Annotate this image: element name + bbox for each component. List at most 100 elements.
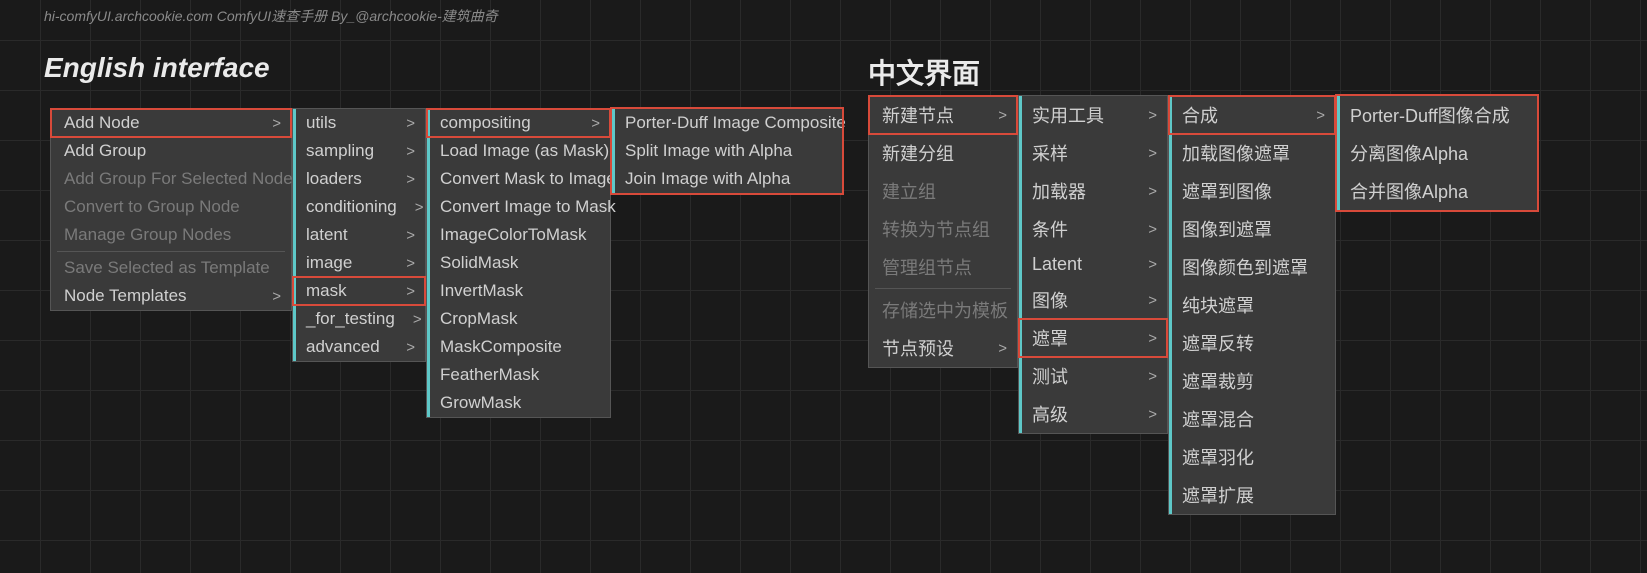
menu-item-label: utils xyxy=(306,113,336,133)
menu-item[interactable]: advanced> xyxy=(293,333,425,361)
context-menu-en-4[interactable]: Porter-Duff Image CompositeSplit Image w… xyxy=(611,108,843,194)
menu-item-label: 采样 xyxy=(1032,140,1068,166)
menu-item: Save Selected as Template xyxy=(51,254,291,282)
menu-item: 建立组 xyxy=(869,172,1017,210)
menu-item-label: Manage Group Nodes xyxy=(64,225,231,245)
menu-item[interactable]: loaders> xyxy=(293,165,425,193)
context-menu-en-2[interactable]: utils>sampling>loaders>conditioning>late… xyxy=(292,108,426,362)
menu-item-label: advanced xyxy=(306,337,380,357)
menu-item-label: MaskComposite xyxy=(440,337,562,357)
chevron-right-icon: > xyxy=(998,340,1007,357)
menu-item-label: 图像到遮罩 xyxy=(1182,216,1272,242)
menu-item-label: 条件 xyxy=(1032,216,1068,242)
menu-item-label: Porter-Duff Image Composite xyxy=(625,113,846,133)
menu-separator xyxy=(875,288,1011,289)
menu-item[interactable]: sampling> xyxy=(293,137,425,165)
menu-item[interactable]: 遮罩羽化 xyxy=(1169,438,1335,476)
menu-item[interactable]: 实用工具> xyxy=(1019,96,1167,134)
context-menu-cn-4[interactable]: Porter-Duff图像合成分离图像Alpha合并图像Alpha xyxy=(1336,95,1538,211)
context-menu-en-3[interactable]: compositing>Load Image (as Mask)Convert … xyxy=(426,108,611,418)
menu-item[interactable]: compositing> xyxy=(427,109,610,137)
menu-item[interactable]: Load Image (as Mask) xyxy=(427,137,610,165)
menu-item[interactable]: 测试> xyxy=(1019,357,1167,395)
menu-item-label: 遮罩裁剪 xyxy=(1182,368,1254,394)
menu-item[interactable]: image> xyxy=(293,249,425,277)
menu-item[interactable]: 图像颜色到遮罩 xyxy=(1169,248,1335,286)
menu-item: Manage Group Nodes xyxy=(51,221,291,249)
menu-item[interactable]: Add Node> xyxy=(51,109,291,137)
menu-item[interactable]: Node Templates > xyxy=(51,282,291,310)
menu-item[interactable]: conditioning> xyxy=(293,193,425,221)
menu-item[interactable]: 高级> xyxy=(1019,395,1167,433)
menu-item[interactable]: 加载器> xyxy=(1019,172,1167,210)
menu-item[interactable]: latent> xyxy=(293,221,425,249)
menu-item[interactable]: 纯块遮罩 xyxy=(1169,286,1335,324)
context-menu-cn-2[interactable]: 实用工具>采样>加载器>条件>Latent>图像>遮罩>测试>高级> xyxy=(1018,95,1168,434)
menu-item[interactable]: FeatherMask xyxy=(427,361,610,389)
section-title-english: English interface xyxy=(44,52,270,84)
menu-item-label: FeatherMask xyxy=(440,365,539,385)
menu-item-label: 图像 xyxy=(1032,287,1068,313)
menu-item-label: SolidMask xyxy=(440,253,518,273)
menu-item-label: Convert to Group Node xyxy=(64,197,240,217)
menu-item-label: Porter-Duff图像合成 xyxy=(1350,102,1510,128)
menu-item-label: 遮罩羽化 xyxy=(1182,444,1254,470)
menu-item[interactable]: 采样> xyxy=(1019,134,1167,172)
menu-item[interactable]: SolidMask xyxy=(427,249,610,277)
menu-item[interactable]: 遮罩混合 xyxy=(1169,400,1335,438)
menu-item[interactable]: 合成> xyxy=(1169,96,1335,134)
menu-item[interactable]: Convert Image to Mask xyxy=(427,193,610,221)
menu-item[interactable]: 合并图像Alpha xyxy=(1337,172,1537,210)
menu-item[interactable]: Convert Mask to Image xyxy=(427,165,610,193)
menu-item[interactable]: mask> xyxy=(293,277,425,305)
chevron-right-icon: > xyxy=(591,115,600,132)
menu-item[interactable]: Porter-Duff图像合成 xyxy=(1337,96,1537,134)
menu-item[interactable]: _for_testing> xyxy=(293,305,425,333)
menu-item[interactable]: Add Group xyxy=(51,137,291,165)
menu-item[interactable]: Latent> xyxy=(1019,248,1167,281)
menu-item[interactable]: Join Image with Alpha xyxy=(612,165,842,193)
menu-item-label: Node Templates xyxy=(64,286,187,306)
chevron-right-icon: > xyxy=(998,107,1007,124)
menu-item[interactable]: ImageColorToMask xyxy=(427,221,610,249)
context-menu-cn-3[interactable]: 合成> 加载图像遮罩遮罩到图像图像到遮罩图像颜色到遮罩纯块遮罩遮罩反转遮罩裁剪遮罩… xyxy=(1168,95,1336,515)
chevron-right-icon: > xyxy=(1148,221,1157,238)
watermark-text: hi-comfyUI.archcookie.com ComfyUI速查手册 By… xyxy=(44,6,498,26)
menu-item: Convert to Group Node xyxy=(51,193,291,221)
menu-item[interactable]: utils> xyxy=(293,109,425,137)
menu-item[interactable]: Split Image with Alpha xyxy=(612,137,842,165)
menu-item-label: 建立组 xyxy=(882,178,936,204)
menu-item-label: Convert Mask to Image xyxy=(440,169,616,189)
menu-item[interactable]: 新建分组 xyxy=(869,134,1017,172)
menu-item[interactable]: 加载图像遮罩 xyxy=(1169,134,1335,172)
menu-item-label: 纯块遮罩 xyxy=(1182,292,1254,318)
menu-item[interactable]: 遮罩到图像 xyxy=(1169,172,1335,210)
menu-item[interactable]: 遮罩> xyxy=(1019,319,1167,357)
menu-item[interactable]: 遮罩反转 xyxy=(1169,324,1335,362)
chevron-right-icon: > xyxy=(1148,183,1157,200)
context-menu-en-1[interactable]: Add Node>Add GroupAdd Group For Selected… xyxy=(50,108,292,311)
menu-item-label: ImageColorToMask xyxy=(440,225,586,245)
menu-item[interactable]: 遮罩扩展 xyxy=(1169,476,1335,514)
menu-item[interactable]: 条件 > xyxy=(1019,210,1167,248)
menu-item[interactable]: GrowMask xyxy=(427,389,610,417)
menu-item-label: 合成 xyxy=(1182,102,1218,128)
menu-item[interactable]: 新建节点> xyxy=(869,96,1017,134)
menu-item[interactable]: CropMask xyxy=(427,305,610,333)
menu-item-label: 加载图像遮罩 xyxy=(1182,140,1290,166)
chevron-right-icon: > xyxy=(272,288,281,305)
menu-item[interactable]: 图像> xyxy=(1019,281,1167,319)
menu-item-label: Join Image with Alpha xyxy=(625,169,790,189)
menu-item[interactable]: MaskComposite xyxy=(427,333,610,361)
menu-item[interactable]: 图像到遮罩 xyxy=(1169,210,1335,248)
menu-item-label: Add Group xyxy=(64,141,146,161)
chevron-right-icon: > xyxy=(272,115,281,132)
context-menu-cn-1[interactable]: 新建节点>新建分组建立组转换为节点组管理组节点存储选中为模板节点预设> xyxy=(868,95,1018,368)
menu-item[interactable]: 遮罩裁剪 xyxy=(1169,362,1335,400)
menu-item: 存储选中为模板 xyxy=(869,291,1017,329)
menu-item[interactable]: Porter-Duff Image Composite xyxy=(612,109,842,137)
chevron-right-icon: > xyxy=(1148,107,1157,124)
menu-item[interactable]: 节点预设> xyxy=(869,329,1017,367)
menu-item[interactable]: InvertMask xyxy=(427,277,610,305)
menu-item[interactable]: 分离图像Alpha xyxy=(1337,134,1537,172)
